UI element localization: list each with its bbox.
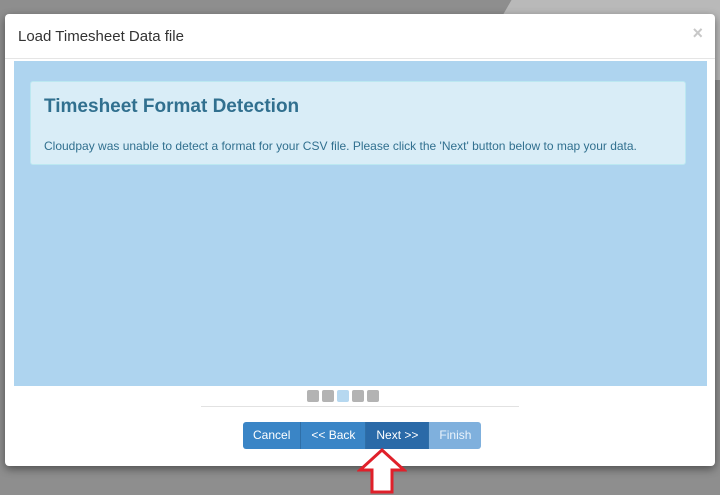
step-dot-1: [307, 390, 319, 402]
step-dot-5: [367, 390, 379, 402]
alert-heading: Timesheet Format Detection: [44, 96, 300, 117]
up-arrow-icon: [357, 448, 407, 494]
wizard-button-group: Cancel << Back Next >> Finish: [243, 422, 482, 449]
footer-divider: [201, 406, 519, 407]
load-timesheet-dialog: Load Timesheet Data file × Timesheet For…: [5, 14, 715, 466]
step-dot-2: [322, 390, 334, 402]
next-button[interactable]: Next >>: [366, 422, 430, 449]
step-dot-3-current: [337, 390, 349, 402]
back-button[interactable]: << Back: [301, 422, 367, 449]
cancel-button[interactable]: Cancel: [243, 422, 302, 449]
wizard-step-indicator: [307, 390, 379, 402]
wizard-content-area: Timesheet Format Detection Cloudpay was …: [14, 61, 707, 386]
dialog-header: Load Timesheet Data file ×: [5, 14, 715, 59]
close-icon[interactable]: ×: [692, 24, 703, 42]
alert-message: Cloudpay was unable to detect a format f…: [44, 139, 637, 153]
dialog-title: Load Timesheet Data file: [18, 28, 184, 45]
finish-button[interactable]: Finish: [429, 422, 482, 449]
format-detection-alert: Timesheet Format Detection Cloudpay was …: [30, 81, 686, 165]
step-dot-4: [352, 390, 364, 402]
